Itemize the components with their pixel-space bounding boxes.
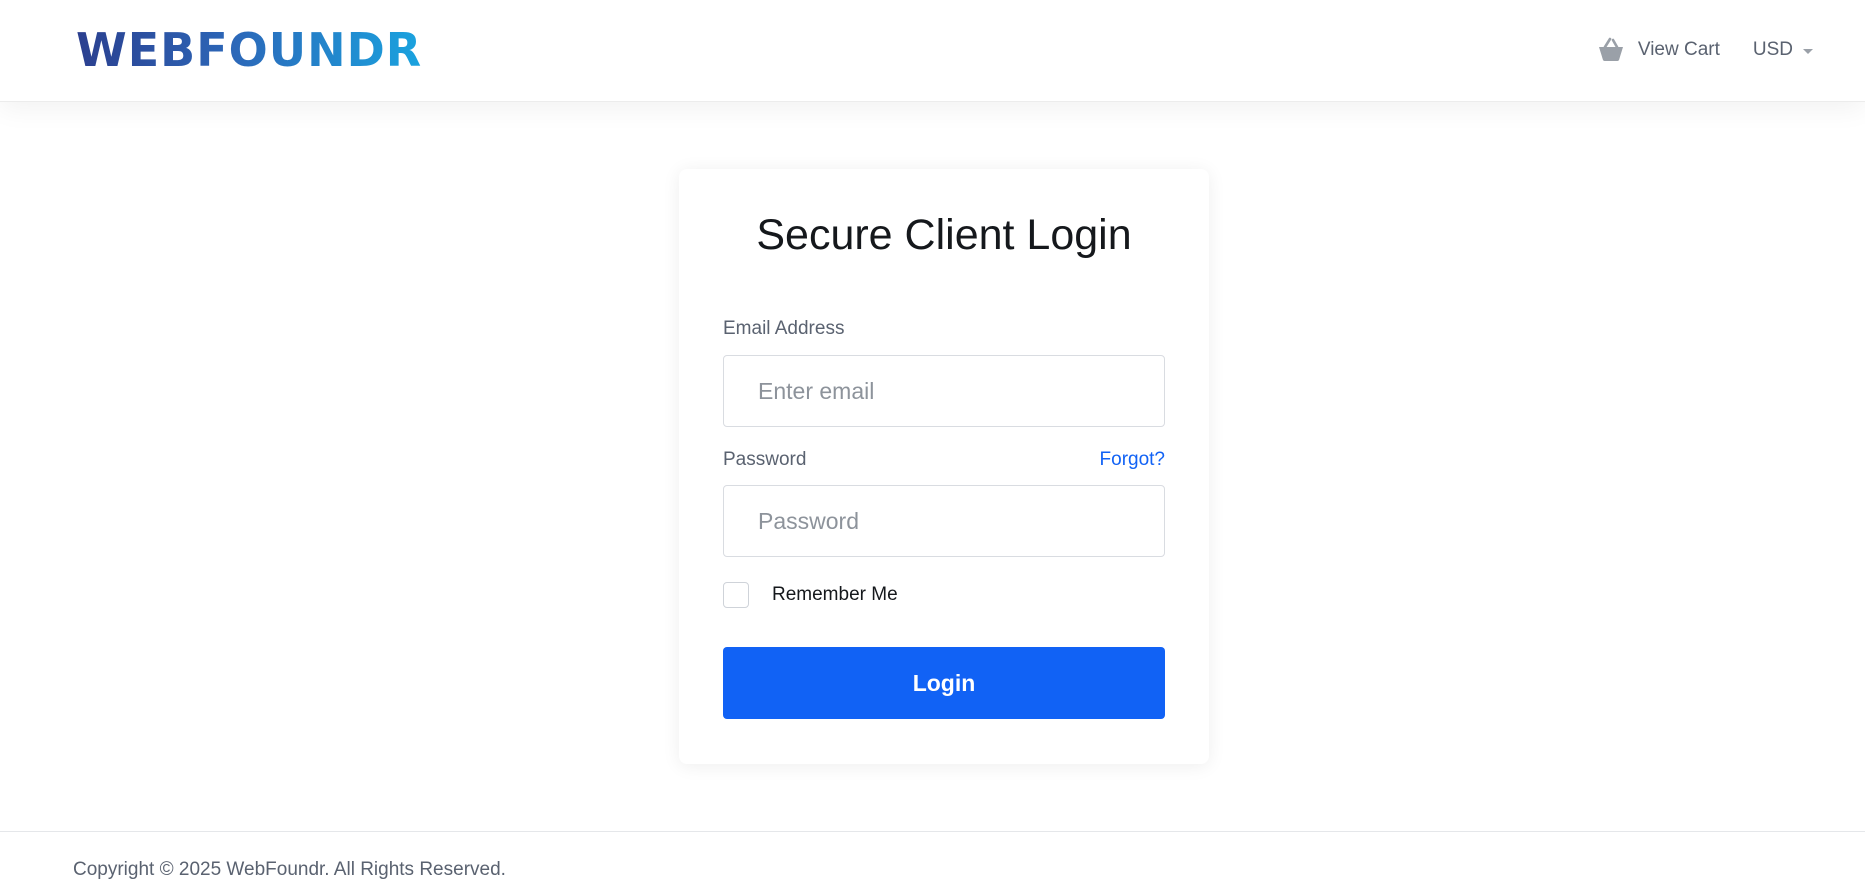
remember-me-checkbox[interactable] [723, 582, 749, 608]
brand-logo[interactable]: WEBFOUNDR [76, 26, 422, 74]
brand-logo-text: WEBFOUNDR [76, 23, 423, 77]
email-label: Email Address [723, 318, 845, 339]
copyright-text: Copyright © 2025 WebFoundr. All Rights R… [73, 859, 506, 880]
remember-me-label: Remember Me [772, 584, 898, 605]
remember-me[interactable]: Remember Me [723, 582, 898, 608]
caret-down-icon [1803, 48, 1813, 54]
view-cart-link[interactable]: View Cart [1596, 37, 1720, 63]
basket-icon [1596, 37, 1626, 63]
site-header: WEBFOUNDR View Cart USD [0, 0, 1865, 102]
currency-selector[interactable]: USD [1753, 39, 1813, 61]
currency-label: USD [1752, 39, 1793, 60]
password-field[interactable] [723, 485, 1165, 557]
password-label: Password [723, 449, 807, 470]
header-actions: View Cart USD [1596, 34, 1813, 66]
page-title: Secure Client Login [756, 211, 1132, 259]
email-field[interactable] [723, 355, 1165, 427]
login-card: Secure Client Login Email Address Passwo… [679, 169, 1209, 764]
forgot-password-link[interactable]: Forgot? [1100, 449, 1165, 471]
site-footer: Copyright © 2025 WebFoundr. All Rights R… [0, 831, 1865, 893]
login-button[interactable]: Login [723, 647, 1165, 719]
view-cart-label: View Cart [1637, 39, 1720, 60]
